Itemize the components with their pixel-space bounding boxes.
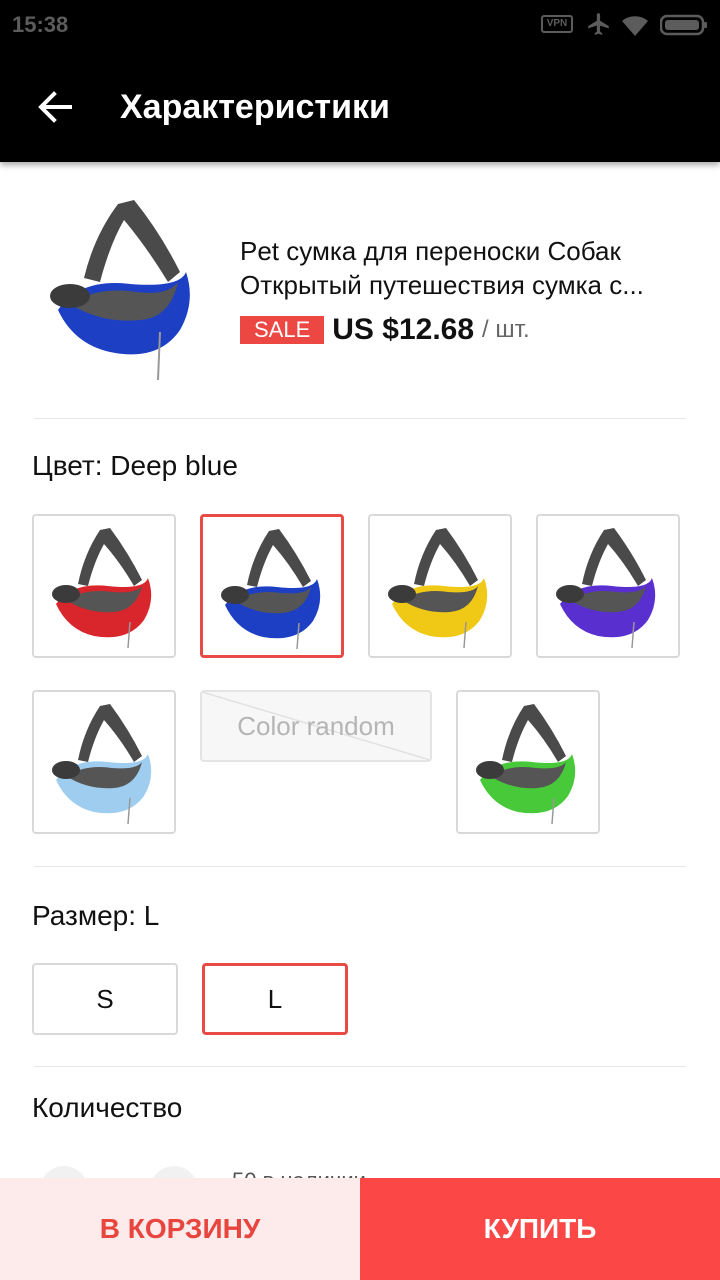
color-option-yellow[interactable] bbox=[368, 514, 512, 658]
divider bbox=[34, 866, 686, 867]
size-option-s[interactable]: S bbox=[32, 963, 178, 1035]
bag-image bbox=[51, 527, 152, 649]
bag-image bbox=[387, 527, 488, 649]
bag-image bbox=[220, 528, 321, 650]
color-option-deep-blue[interactable] bbox=[200, 514, 344, 658]
divider bbox=[34, 1066, 686, 1067]
size-label: Размер: L bbox=[32, 900, 160, 931]
color-random-label: Color random bbox=[237, 711, 395, 741]
quantity-label: Количество bbox=[32, 1092, 183, 1123]
product-title-line-2: Открытый путешествия сумка с... bbox=[240, 270, 644, 300]
airplane-mode-icon bbox=[588, 13, 609, 35]
bag-image bbox=[555, 527, 656, 649]
add-to-cart-button[interactable]: В КОРЗИНУ bbox=[0, 1178, 360, 1280]
bag-image bbox=[475, 703, 576, 825]
color-option-light-blue[interactable] bbox=[32, 690, 176, 834]
arrow-left-icon[interactable] bbox=[34, 86, 76, 128]
size-option-l[interactable]: L bbox=[202, 963, 348, 1035]
price-unit: / шт. bbox=[482, 316, 530, 343]
color-label: Цвет: Deep blue bbox=[32, 450, 238, 481]
bottom-action-bar: В КОРЗИНУ КУПИТЬ bbox=[0, 1178, 720, 1280]
product-title-line-1: Pet сумка для переноски Собак bbox=[240, 236, 621, 266]
sale-badge: SALE bbox=[240, 316, 325, 344]
color-option-purple[interactable] bbox=[536, 514, 680, 658]
vpn-icon: VPN bbox=[541, 15, 573, 33]
product-image[interactable] bbox=[40, 192, 226, 388]
price-row: SALE US $12.68 / шт. bbox=[240, 312, 530, 348]
page-title: Характеристики bbox=[120, 88, 390, 126]
color-option-green[interactable] bbox=[456, 690, 600, 834]
buy-now-button[interactable]: КУПИТЬ bbox=[360, 1178, 720, 1280]
status-time: 15:38 bbox=[12, 12, 69, 37]
status-bar: 15:38 VPN bbox=[0, 0, 720, 52]
battery-icon bbox=[660, 14, 707, 36]
app-bar: Характеристики bbox=[0, 52, 720, 162]
color-option-random[interactable]: Color random bbox=[200, 690, 432, 762]
color-option-red[interactable] bbox=[32, 514, 176, 658]
bag-image bbox=[51, 703, 152, 825]
product-price: US $12.68 bbox=[332, 313, 475, 346]
wifi-icon bbox=[622, 16, 648, 36]
divider bbox=[34, 418, 686, 419]
product-title: Pet сумка для переноски Собак Открытый п… bbox=[240, 234, 690, 302]
